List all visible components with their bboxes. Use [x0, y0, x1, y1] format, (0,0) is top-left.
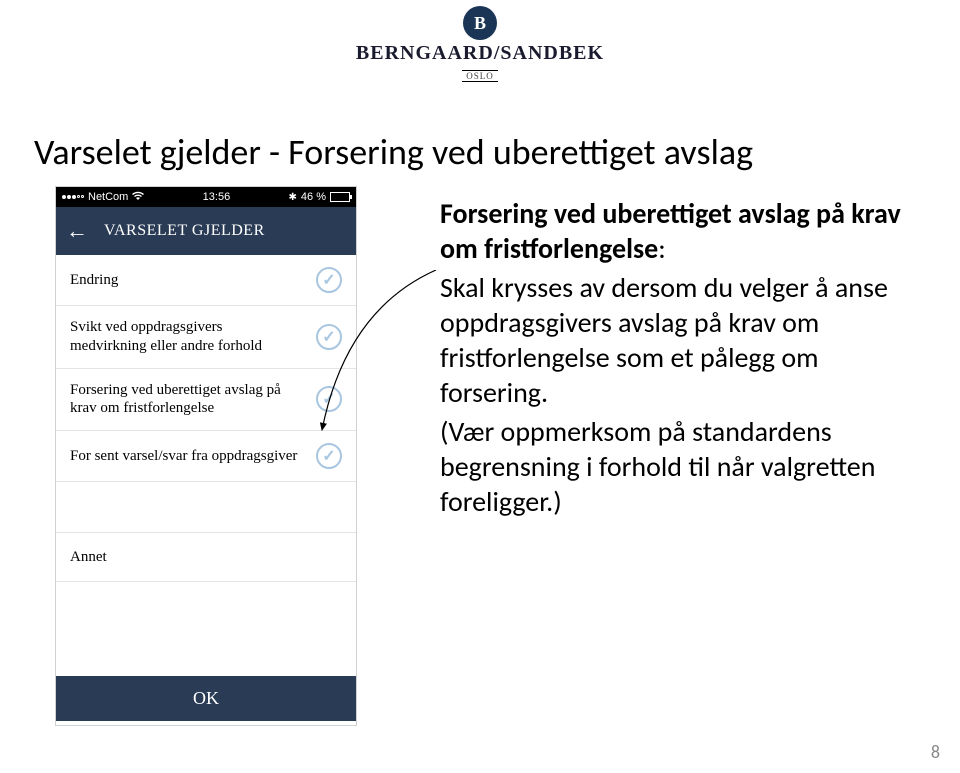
phone-screenshot: NetCom 13:56 ✱ 46 % ← VARSELET GJELDER E…	[55, 186, 357, 726]
list-item-forsering[interactable]: Forsering ved uberettiget avslag på krav…	[56, 369, 356, 432]
check-icon[interactable]	[316, 386, 342, 412]
logo-city: OSLO	[462, 70, 498, 82]
status-time: 13:56	[203, 191, 231, 203]
page-number: 8	[931, 741, 940, 763]
battery-icon	[330, 192, 350, 202]
logo-company: BERNGAARD/SANDBEK	[0, 42, 960, 65]
list-item-annet[interactable]: Annet	[56, 532, 356, 582]
list-item-svikt[interactable]: Svikt ved oppdragsgivers medvirkning ell…	[56, 306, 356, 369]
ok-label: OK	[193, 688, 219, 708]
options-list: Endring Svikt ved oppdragsgivers medvirk…	[56, 255, 356, 582]
list-item-label: Forsering ved uberettiget avslag på krav…	[70, 381, 300, 419]
signal-icon	[62, 195, 84, 199]
carrier-label: NetCom	[88, 191, 128, 203]
status-right: ✱ 46 %	[289, 191, 350, 203]
check-icon[interactable]	[316, 267, 342, 293]
battery-pct: 46 %	[301, 191, 326, 203]
ok-button[interactable]: OK	[56, 676, 356, 721]
list-item-label: Annet	[70, 548, 107, 567]
list-item-label: Endring	[70, 271, 118, 290]
list-item-label: For sent varsel/svar fra oppdragsgiver	[70, 447, 297, 466]
back-icon[interactable]: ←	[66, 218, 88, 244]
list-item-for-sent[interactable]: For sent varsel/svar fra oppdragsgiver	[56, 431, 356, 482]
list-item-label: Svikt ved oppdragsgivers medvirkning ell…	[70, 318, 300, 356]
logo-badge: B	[463, 6, 497, 40]
list-gap	[56, 482, 356, 532]
body-para2: (Vær oppmerksom på standardens begrensni…	[440, 414, 920, 519]
slide-title: Varselet gjelder - Forsering ved uberett…	[34, 130, 753, 174]
bluetooth-icon: ✱	[289, 192, 297, 203]
check-icon[interactable]	[316, 324, 342, 350]
wifi-icon	[132, 191, 144, 204]
nav-title: VARSELET GJELDER	[104, 222, 265, 240]
logo-area: B BERNGAARD/SANDBEK OSLO	[0, 6, 960, 84]
logo-letter: B	[474, 13, 486, 34]
list-spacer	[56, 582, 356, 676]
check-icon[interactable]	[316, 443, 342, 469]
body-para1: Skal krysses av dersom du velger å anse …	[440, 270, 920, 410]
body-heading: Forsering ved uberettiget avslag på krav…	[440, 196, 901, 266]
list-item-endring[interactable]: Endring	[56, 255, 356, 306]
nav-header: ← VARSELET GJELDER	[56, 207, 356, 255]
status-left: NetCom	[62, 191, 144, 204]
body-text: Forsering ved uberettiget avslag på krav…	[440, 196, 920, 523]
status-bar: NetCom 13:56 ✱ 46 %	[56, 187, 356, 207]
